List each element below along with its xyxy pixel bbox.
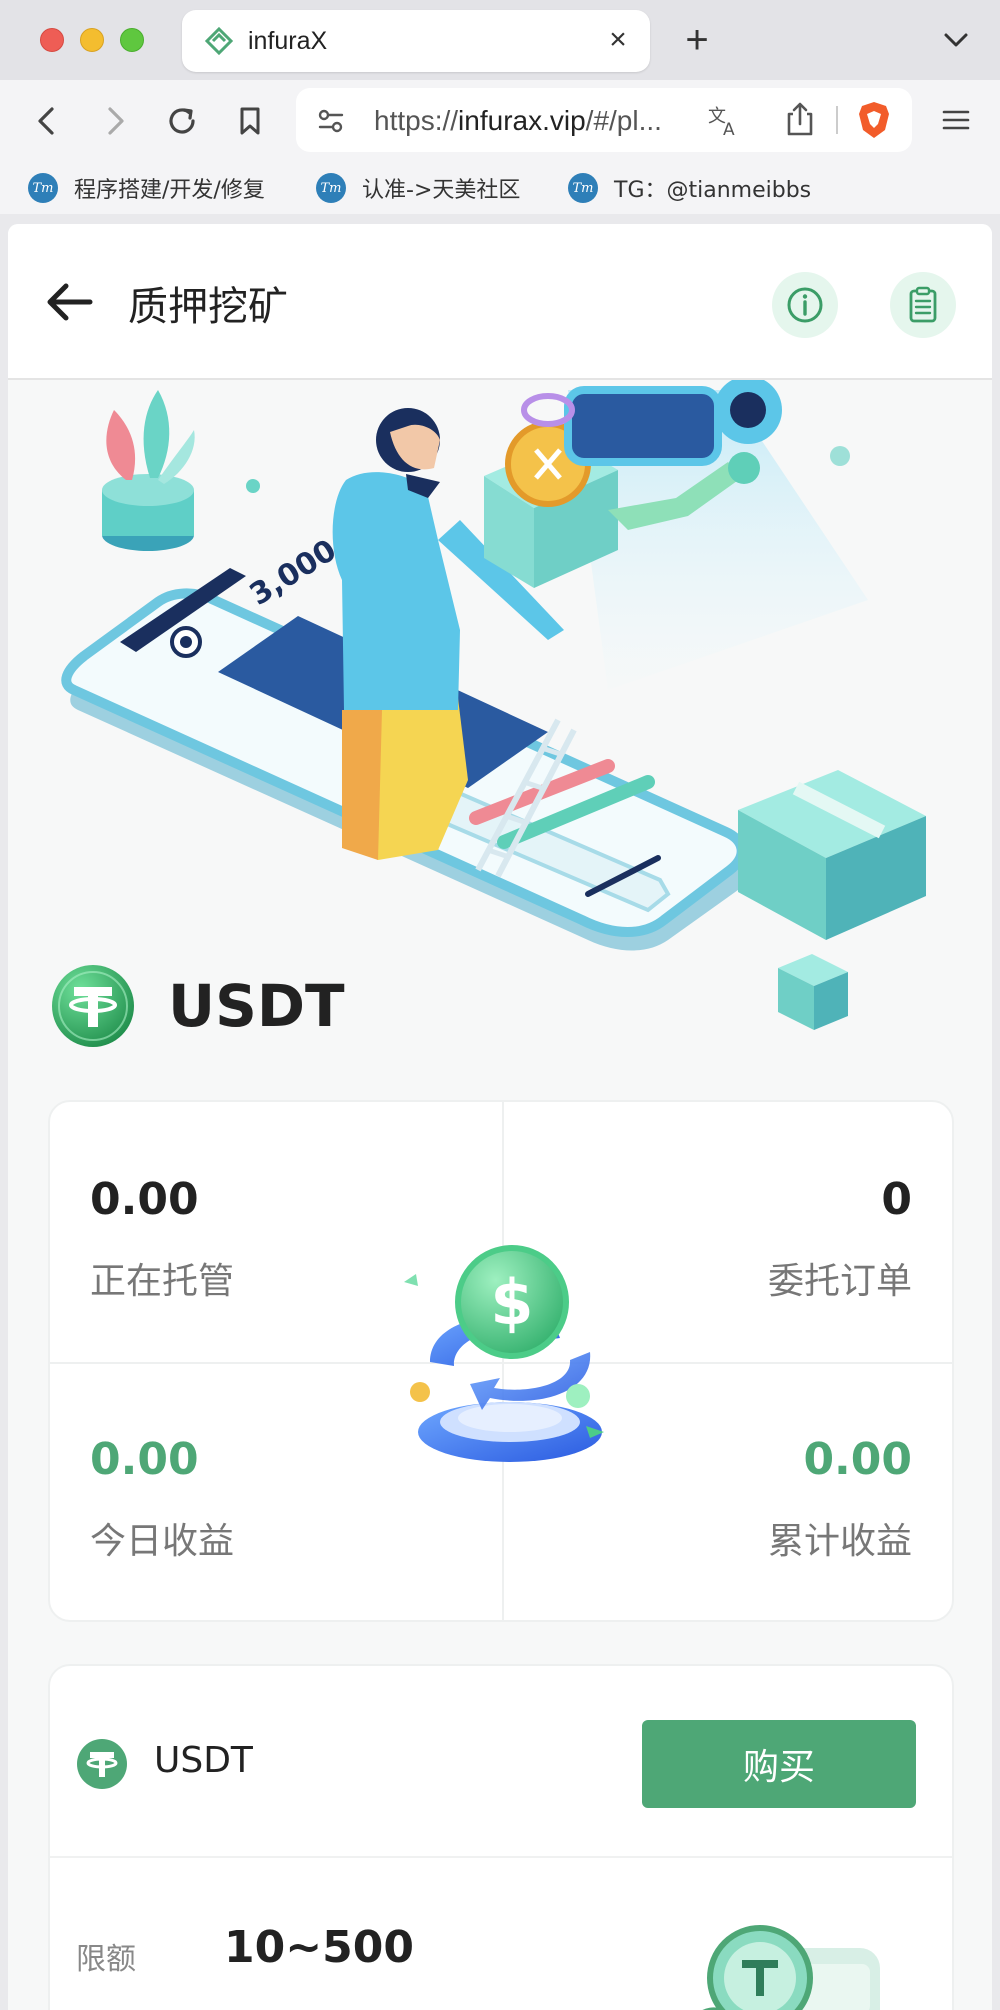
chevron-down-icon[interactable] bbox=[938, 22, 974, 58]
close-window-button[interactable] bbox=[40, 28, 64, 52]
browser-tab-bar: infuraX × + bbox=[0, 0, 1000, 80]
total-earnings-label: 累计收益 bbox=[767, 1521, 912, 1562]
product-header: USDT 购买 bbox=[50, 1666, 952, 1858]
bookmark-item[interactable]: Tm 程序搭建/开发/修复 bbox=[28, 170, 265, 206]
page-content: 质押挖矿 3,000 USDT 0.00 正在托管 0 委托订单 0.00 今日… bbox=[8, 224, 992, 2010]
coin-symbol: USDT bbox=[168, 972, 345, 1040]
hosting-amount: 0.00 bbox=[90, 1174, 199, 1225]
new-tab-button[interactable]: + bbox=[678, 18, 716, 62]
tether-coin-stack-illustration bbox=[702, 1925, 880, 2010]
browser-toolbar: https://infurax.vip/#/pl... 文 A bbox=[0, 80, 1000, 162]
bookmarks-bar: Tm 程序搭建/开发/修复 Tm 认准->天美社区 Tm TG：@tianmei… bbox=[0, 162, 1000, 214]
zoom-window-button[interactable] bbox=[120, 28, 144, 52]
tianmei-favicon-icon: Tm bbox=[28, 173, 58, 203]
app-header: 质押挖矿 bbox=[8, 224, 992, 380]
hamburger-menu-icon[interactable] bbox=[940, 104, 972, 136]
browser-tab-active[interactable]: infuraX × bbox=[182, 10, 650, 72]
svg-text:3,000: 3,000 bbox=[244, 533, 343, 613]
bookmark-label: 程序搭建/开发/修复 bbox=[74, 178, 265, 203]
limit-value: 10~500 bbox=[224, 1922, 414, 1973]
product-card: USDT 购买 限额 10~500 bbox=[48, 1664, 954, 2010]
tether-coin-icon bbox=[77, 1739, 127, 1789]
hosting-label: 正在托管 bbox=[90, 1261, 235, 1302]
product-name: USDT bbox=[154, 1740, 253, 1781]
buy-button[interactable]: 购买 bbox=[642, 1720, 916, 1808]
coin-header: USDT bbox=[50, 958, 345, 1054]
divider bbox=[836, 106, 838, 134]
translate-icon[interactable]: 文 A bbox=[706, 102, 742, 138]
reload-icon[interactable] bbox=[160, 99, 204, 143]
orders-label: 委托订单 bbox=[767, 1261, 912, 1302]
clipboard-list-icon bbox=[909, 286, 937, 323]
share-icon[interactable] bbox=[782, 100, 818, 138]
address-bar[interactable]: https://infurax.vip/#/pl... 文 A bbox=[296, 88, 912, 152]
info-button[interactable] bbox=[772, 272, 838, 338]
svg-text:$: $ bbox=[490, 1266, 533, 1339]
brave-shields-icon[interactable] bbox=[856, 100, 892, 140]
today-earnings-label: 今日收益 bbox=[90, 1521, 235, 1562]
site-settings-icon[interactable] bbox=[316, 106, 346, 136]
limit-label: 限额 bbox=[76, 1942, 136, 1977]
orders-button[interactable] bbox=[890, 272, 956, 338]
close-tab-icon[interactable]: × bbox=[600, 22, 636, 58]
tab-title: infuraX bbox=[248, 27, 328, 55]
bookmark-item[interactable]: Tm 认准->天美社区 bbox=[316, 170, 520, 206]
total-earnings: 0.00 bbox=[803, 1434, 912, 1485]
page-title: 质押挖矿 bbox=[128, 284, 288, 330]
dollar-coin-icon: $ bbox=[404, 1245, 604, 1462]
back-arrow-icon[interactable] bbox=[44, 280, 94, 324]
infurax-logo-icon bbox=[204, 26, 234, 56]
bookmark-label: 认准->天美社区 bbox=[362, 178, 521, 203]
tianmei-favicon-icon: Tm bbox=[316, 173, 346, 203]
svg-text:A: A bbox=[723, 120, 735, 138]
bookmark-label: TG：@tianmeibbs bbox=[614, 178, 812, 203]
url-text: https://infurax.vip/#/pl... bbox=[374, 105, 662, 136]
info-icon bbox=[787, 287, 823, 323]
staking-stats-card: 0.00 正在托管 0 委托订单 0.00 今日收益 0.00 累计收益 $ bbox=[48, 1100, 954, 1622]
back-arrow-icon[interactable] bbox=[26, 99, 70, 143]
today-earnings: 0.00 bbox=[90, 1434, 199, 1485]
orders-count: 0 bbox=[881, 1174, 912, 1225]
tianmei-favicon-icon: Tm bbox=[568, 173, 598, 203]
bookmark-icon[interactable] bbox=[228, 99, 272, 143]
bookmark-item[interactable]: Tm TG：@tianmeibbs bbox=[568, 170, 811, 206]
minimize-window-button[interactable] bbox=[80, 28, 104, 52]
tether-coin-icon bbox=[52, 965, 134, 1047]
forward-arrow-icon[interactable] bbox=[92, 99, 136, 143]
